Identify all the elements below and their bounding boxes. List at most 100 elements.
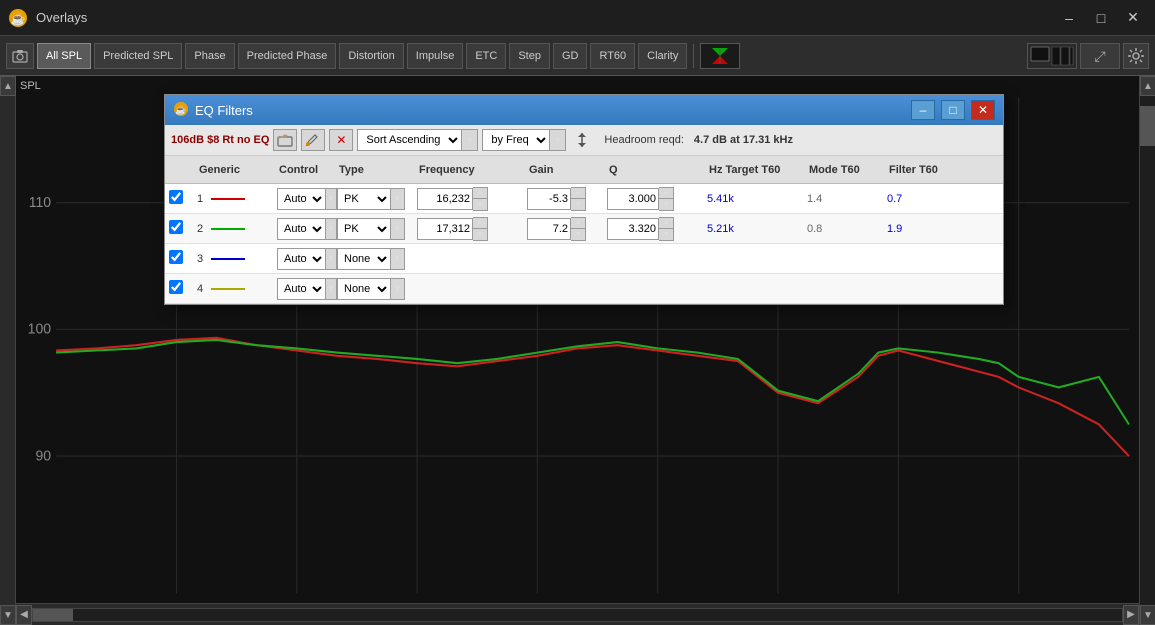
scroll-vertical-track[interactable] xyxy=(1140,96,1155,605)
move-button[interactable]: ⤢ xyxy=(1080,43,1120,69)
tab-predicted-spl[interactable]: Predicted SPL xyxy=(94,43,182,69)
type-select-arrow-3[interactable]: ▼ xyxy=(391,278,405,300)
table-row: 1 Auto ▼ PK ▼ ▲ ▼ ▲ ▼ ▲ xyxy=(165,184,1003,214)
sort-icon[interactable] xyxy=(574,132,590,148)
q-input-0[interactable] xyxy=(607,188,659,210)
type-select-arrow-0[interactable]: ▼ xyxy=(391,188,405,210)
scroll-right-button[interactable]: ▶ xyxy=(1123,605,1139,625)
row-checkbox-1[interactable] xyxy=(169,220,183,234)
color-arrows-button[interactable] xyxy=(700,43,740,69)
sort-dropdown[interactable]: Sort Ascending xyxy=(357,129,462,151)
y-down-button[interactable]: ▼ xyxy=(0,605,16,625)
control-select-arrow-2[interactable]: ▼ xyxy=(326,248,337,270)
sort-group: Sort Ascending ▼ xyxy=(357,129,478,151)
tab-clarity[interactable]: Clarity xyxy=(638,43,687,69)
gain-up-1[interactable]: ▲ xyxy=(571,218,585,229)
row-hz-t60-0[interactable]: 5.41k xyxy=(707,193,807,205)
eq-dialog: ☕ EQ Filters – □ ✕ 106dB $8 Rt no EQ xyxy=(164,94,1004,305)
eq-open-button[interactable] xyxy=(273,129,297,151)
row-checkbox-0[interactable] xyxy=(169,190,183,204)
col-gain: Gain xyxy=(527,164,607,176)
tab-all-spl[interactable]: All SPL xyxy=(37,43,91,69)
freq-sort-dropdown[interactable]: by Freq xyxy=(482,129,550,151)
q-input-1[interactable] xyxy=(607,218,659,240)
type-select-arrow-2[interactable]: ▼ xyxy=(391,248,405,270)
y-up-button[interactable]: ▲ xyxy=(0,76,16,96)
tab-rt60[interactable]: RT60 xyxy=(590,43,635,69)
row-check-2[interactable] xyxy=(169,250,197,267)
eq-table-header: Generic Control Type Frequency Gain Q Hz… xyxy=(165,156,1003,184)
eq-edit-button[interactable] xyxy=(301,129,325,151)
eq-maximize-button[interactable]: □ xyxy=(941,100,965,120)
gain-input-1[interactable] xyxy=(527,218,571,240)
scroll-thumb[interactable] xyxy=(33,609,73,621)
gain-down-1[interactable]: ▼ xyxy=(571,229,585,240)
eq-close-button[interactable]: ✕ xyxy=(971,100,995,120)
freq-input-0[interactable] xyxy=(417,188,473,210)
freq-down-0[interactable]: ▼ xyxy=(473,199,487,210)
q-down-1[interactable]: ▼ xyxy=(659,229,673,240)
row-checkbox-2[interactable] xyxy=(169,250,183,264)
row-filter-t60-1[interactable]: 1.9 xyxy=(887,223,977,235)
control-select-arrow-0[interactable]: ▼ xyxy=(326,188,337,210)
gain-input-0[interactable] xyxy=(527,188,571,210)
row-control-3: Auto ▼ xyxy=(277,278,337,300)
headroom-value: 4.7 dB at 17.31 kHz xyxy=(694,134,793,146)
type-select-3[interactable]: None xyxy=(337,278,391,300)
eq-delete-button[interactable]: ✕ xyxy=(329,129,353,151)
q-up-0[interactable]: ▲ xyxy=(659,188,673,199)
control-select-1[interactable]: Auto xyxy=(277,218,326,240)
freq-sort-group: by Freq ▼ xyxy=(482,129,566,151)
row-check-0[interactable] xyxy=(169,190,197,207)
tab-impulse[interactable]: Impulse xyxy=(407,43,464,69)
type-select-0[interactable]: PK xyxy=(337,188,391,210)
tab-step[interactable]: Step xyxy=(509,43,550,69)
type-select-2[interactable]: None xyxy=(337,248,391,270)
control-select-3[interactable]: Auto xyxy=(277,278,326,300)
freq-input-1[interactable] xyxy=(417,218,473,240)
scroll-down-button[interactable]: ▼ xyxy=(1140,605,1155,625)
control-select-arrow-1[interactable]: ▼ xyxy=(326,218,337,240)
row-checkbox-3[interactable] xyxy=(169,280,183,294)
scroll-left-button[interactable]: ◀ xyxy=(16,605,32,625)
q-up-1[interactable]: ▲ xyxy=(659,218,673,229)
separator-1 xyxy=(693,44,694,68)
type-select-arrow-1[interactable]: ▼ xyxy=(391,218,405,240)
tab-gd[interactable]: GD xyxy=(553,43,588,69)
eq-minimize-button[interactable]: – xyxy=(911,100,935,120)
scroll-vertical-thumb[interactable] xyxy=(1140,106,1155,146)
tab-phase[interactable]: Phase xyxy=(185,43,234,69)
scroll-up-button[interactable]: ▲ xyxy=(1140,76,1155,96)
freq-down-1[interactable]: ▼ xyxy=(473,229,487,240)
row-hz-t60-1[interactable]: 5.21k xyxy=(707,223,807,235)
q-down-0[interactable]: ▼ xyxy=(659,199,673,210)
close-button[interactable]: ✕ xyxy=(1119,7,1147,29)
camera-button[interactable] xyxy=(6,43,34,69)
maximize-button[interactable]: □ xyxy=(1087,7,1115,29)
control-select-2[interactable]: Auto xyxy=(277,248,326,270)
row-check-3[interactable] xyxy=(169,280,197,297)
sort-dropdown-arrow[interactable]: ▼ xyxy=(462,129,478,151)
tab-distortion[interactable]: Distortion xyxy=(339,43,403,69)
gain-down-0[interactable]: ▼ xyxy=(571,199,585,210)
control-select-arrow-3[interactable]: ▼ xyxy=(326,278,337,300)
monitor-button[interactable] xyxy=(1027,43,1077,69)
freq-up-1[interactable]: ▲ xyxy=(473,218,487,229)
type-select-1[interactable]: PK xyxy=(337,218,391,240)
minimize-button[interactable]: – xyxy=(1055,7,1083,29)
main-toolbar: All SPL Predicted SPL Phase Predicted Ph… xyxy=(0,36,1155,76)
row-filter-t60-0[interactable]: 0.7 xyxy=(887,193,977,205)
freq-up-0[interactable]: ▲ xyxy=(473,188,487,199)
svg-text:90: 90 xyxy=(35,448,51,464)
scroll-track[interactable] xyxy=(32,608,1123,622)
gain-up-0[interactable]: ▲ xyxy=(571,188,585,199)
tab-predicted-phase[interactable]: Predicted Phase xyxy=(238,43,337,69)
tab-etc[interactable]: ETC xyxy=(466,43,506,69)
row-num-2: 3 xyxy=(197,253,277,265)
freq-spinner-1: ▲ ▼ xyxy=(473,217,488,241)
freq-sort-arrow[interactable]: ▼ xyxy=(550,129,566,151)
row-check-1[interactable] xyxy=(169,220,197,237)
settings-button[interactable] xyxy=(1123,43,1149,69)
table-row: 3 Auto ▼ None ▼ xyxy=(165,244,1003,274)
control-select-0[interactable]: Auto xyxy=(277,188,326,210)
